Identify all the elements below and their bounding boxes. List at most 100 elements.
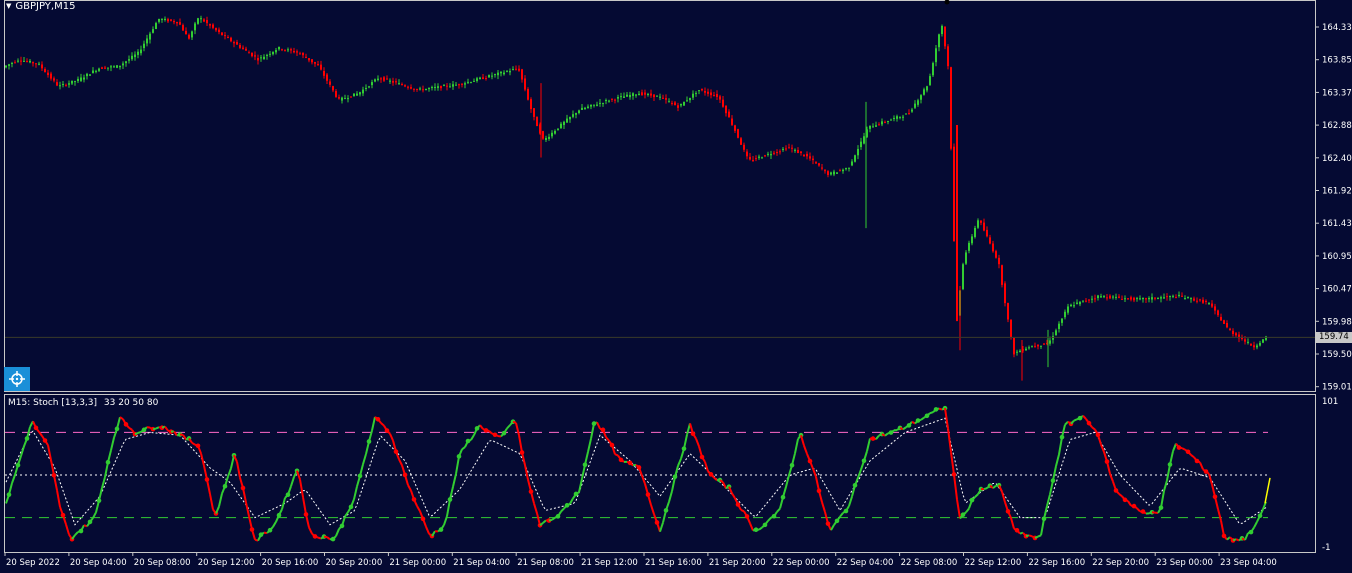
candle-body xyxy=(173,21,175,22)
candle-body xyxy=(650,94,652,96)
triangle-down-icon[interactable]: ▼ xyxy=(6,2,11,10)
stoch-main-segment xyxy=(984,488,987,489)
candle-body xyxy=(1196,301,1198,302)
candle-body xyxy=(11,63,13,64)
candle-body xyxy=(572,114,574,117)
candle-body xyxy=(809,156,811,158)
candle-body xyxy=(599,103,601,104)
candle-body xyxy=(1259,343,1261,346)
candle-body xyxy=(1163,297,1165,298)
candle-body xyxy=(230,38,232,41)
candle-body xyxy=(893,118,895,119)
time-tick-label: 23 Sep 00:00 xyxy=(1156,558,1213,568)
candle-body xyxy=(335,91,337,97)
symbol-label[interactable]: ▼GBPJPY,M15 xyxy=(6,1,75,12)
candle-body xyxy=(380,78,382,79)
candle-body xyxy=(1187,297,1189,298)
candle-body xyxy=(77,79,79,81)
candle-body xyxy=(929,76,931,85)
candle-body xyxy=(281,49,283,50)
candle-body xyxy=(404,85,406,86)
candle-body xyxy=(839,170,841,171)
candle-body xyxy=(395,81,397,82)
price-tick-label: 159.50 xyxy=(1322,350,1352,360)
candle-body xyxy=(608,101,610,102)
candle-body xyxy=(869,126,871,129)
candle-body xyxy=(1085,301,1087,302)
candle-body xyxy=(140,50,142,54)
candle-body xyxy=(227,37,229,38)
candle-body xyxy=(896,116,898,119)
candle-body xyxy=(701,89,703,90)
candle-body xyxy=(899,117,901,118)
candle-body xyxy=(116,65,118,67)
chart-window[interactable]: 164.33163.85163.37162.88162.40161.92161.… xyxy=(0,0,1352,569)
candle-body xyxy=(245,49,247,51)
candle-body xyxy=(26,61,28,62)
candle-body xyxy=(1121,299,1123,300)
candle-body xyxy=(389,81,391,82)
candle-body xyxy=(149,34,151,40)
candle-body xyxy=(428,88,430,89)
candle-body xyxy=(965,252,967,263)
candle-body xyxy=(575,113,577,115)
candle-body xyxy=(251,53,253,56)
candle-body xyxy=(1076,303,1078,304)
candle-body xyxy=(677,105,679,108)
price-tick-label: 159.01 xyxy=(1322,383,1352,393)
stoch-main-segment xyxy=(1038,535,1041,536)
candle-body xyxy=(1223,320,1225,324)
candle-body xyxy=(1151,297,1153,299)
candle-body xyxy=(851,161,853,165)
candle-body xyxy=(1025,349,1027,351)
candle-body xyxy=(1070,305,1072,307)
candle-body xyxy=(659,97,661,98)
candle-body xyxy=(980,221,982,223)
candle-body xyxy=(626,95,628,97)
candle-body xyxy=(806,154,808,156)
candle-body xyxy=(905,114,907,115)
candle-body xyxy=(209,24,211,25)
candle-body xyxy=(56,82,58,85)
candle-body xyxy=(1133,298,1135,301)
candle-body xyxy=(758,157,760,158)
candle-body xyxy=(269,54,271,55)
candle-body xyxy=(983,223,985,231)
candle-body xyxy=(1019,351,1021,352)
candle-body xyxy=(767,154,769,155)
time-tick-label: 22 Sep 12:00 xyxy=(965,558,1022,568)
candle-body xyxy=(425,89,427,90)
candle-body xyxy=(1043,343,1045,344)
stoch-main-segment xyxy=(1074,419,1077,420)
time-tick-label: 20 Sep 16:00 xyxy=(262,558,319,568)
indicator-label[interactable]: M15: Stoch [13,3,3] 33 20 50 80 xyxy=(8,398,162,408)
candle-body xyxy=(383,77,385,80)
candle-body xyxy=(974,228,976,237)
candle-body xyxy=(329,81,331,84)
time-tick-label: 21 Sep 08:00 xyxy=(517,558,574,568)
candle-body xyxy=(86,74,88,76)
candle-body xyxy=(518,69,520,71)
candle-body xyxy=(455,85,457,86)
price-tick-label: 163.37 xyxy=(1322,88,1352,98)
candle-body xyxy=(1262,339,1264,342)
stoch-main-segment xyxy=(1179,448,1182,449)
candle-body xyxy=(1226,323,1228,327)
candle-body xyxy=(497,73,499,76)
candle-body xyxy=(578,110,580,113)
candle-body xyxy=(485,78,487,79)
price-tick-label: 159.98 xyxy=(1322,317,1352,327)
candle-body xyxy=(998,258,1000,264)
candle-body xyxy=(818,163,820,165)
price-tick-label: 161.43 xyxy=(1322,219,1352,229)
chart-canvas[interactable]: 164.33163.85163.37162.88162.40161.92161.… xyxy=(0,0,1352,569)
candle-body xyxy=(509,71,511,72)
candle-body xyxy=(368,86,370,87)
candle-body xyxy=(674,102,676,105)
candle-body xyxy=(143,44,145,48)
candle-body xyxy=(1037,345,1039,347)
navigator-button[interactable] xyxy=(4,367,30,391)
candle-body xyxy=(749,157,751,160)
ind-tick-label: -1 xyxy=(1322,543,1330,553)
candle-body xyxy=(917,100,919,105)
